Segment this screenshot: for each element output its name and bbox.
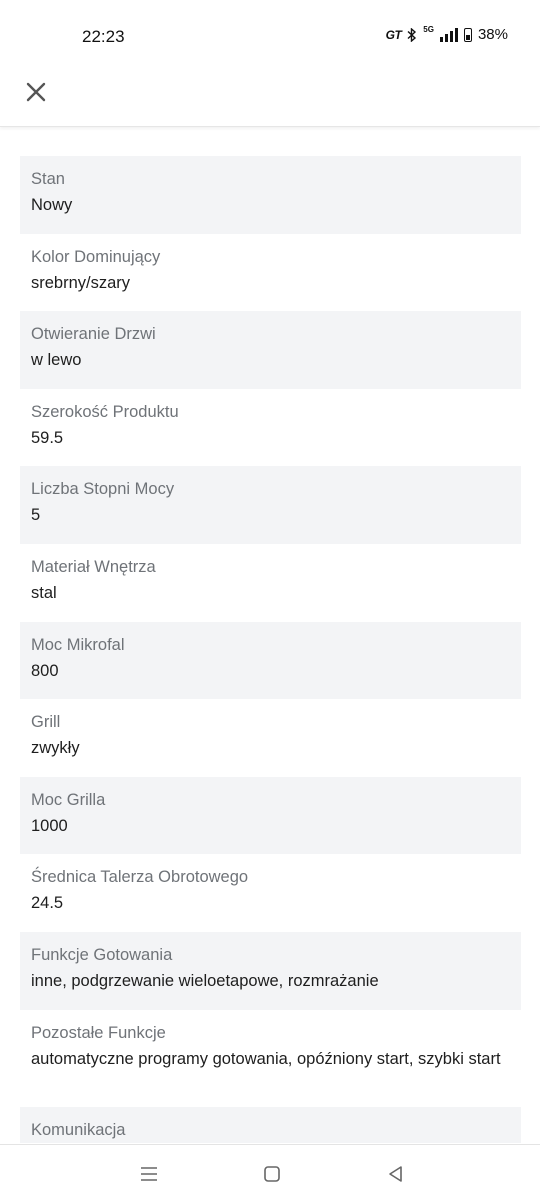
property-value: 800 bbox=[31, 661, 59, 680]
gt-icon: GT bbox=[385, 27, 402, 42]
property-row: Pozostałe Funkcje automatyczne programy … bbox=[20, 1009, 521, 1107]
battery-icon bbox=[463, 27, 472, 42]
property-value: inne, podgrzewanie wieloetapowe, rozmraż… bbox=[31, 971, 379, 990]
property-label: Funkcje Gotowania bbox=[31, 945, 173, 964]
property-value: stal bbox=[31, 583, 57, 602]
bluetooth-icon bbox=[407, 27, 417, 42]
property-row: Otwieranie Drzwi w lewo bbox=[20, 311, 521, 389]
property-label: Otwieranie Drzwi bbox=[31, 325, 156, 344]
property-row: Grill zwykły bbox=[20, 699, 521, 777]
property-label: Pozostałe Funkcje bbox=[31, 1023, 166, 1042]
property-row: Kolor Dominujący srebrny/szary bbox=[20, 233, 521, 312]
property-label: Liczba Stopni Mocy bbox=[31, 480, 175, 499]
square-icon[interactable] bbox=[261, 1163, 283, 1185]
property-label: Grill bbox=[31, 713, 61, 732]
property-value: 5 bbox=[31, 506, 41, 525]
battery-percent: 38% bbox=[477, 26, 508, 43]
property-value: w lewo bbox=[31, 351, 82, 370]
property-row: Stan Nowy bbox=[20, 156, 521, 234]
property-row: Szerokość Produktu 59.5 bbox=[20, 388, 521, 467]
property-row: Komunikacja bbox=[20, 1106, 521, 1143]
properties-scroll[interactable]: Stan Nowy Kolor Dominujący srebrny/szary… bbox=[0, 156, 540, 1143]
property-label: Średnica Talerza Obrotowego bbox=[31, 868, 249, 887]
signal-icon bbox=[439, 27, 458, 42]
status-time: 22:23 bbox=[82, 27, 125, 46]
property-row: Liczba Stopni Mocy 5 bbox=[20, 466, 521, 544]
property-value: zwykły bbox=[31, 739, 80, 758]
back-triangle-icon[interactable] bbox=[385, 1163, 407, 1185]
property-label: Szerokość Produktu bbox=[31, 402, 179, 421]
property-label: Stan bbox=[31, 170, 65, 188]
header bbox=[0, 70, 540, 127]
property-label: Kolor Dominujący bbox=[31, 247, 161, 266]
property-row: Moc Grilla 1000 bbox=[20, 776, 521, 855]
network-type-label: 5G bbox=[423, 25, 434, 34]
properties-list: Stan Nowy Kolor Dominujący srebrny/szary… bbox=[20, 156, 521, 1143]
property-value: automatyczne programy gotowania, opóźnio… bbox=[31, 1049, 501, 1068]
property-value: 1000 bbox=[31, 816, 68, 835]
system-navbar bbox=[0, 1144, 540, 1201]
property-row: Funkcje Gotowania inne, podgrzewanie wie… bbox=[20, 931, 521, 1010]
menu-icon[interactable] bbox=[138, 1163, 160, 1185]
status-bar: 22:23 GT 5G 38% bbox=[0, 0, 540, 70]
property-label: Moc Grilla bbox=[31, 790, 106, 809]
property-row: Średnica Talerza Obrotowego 24.5 bbox=[20, 854, 521, 932]
status-icons: GT 5G 38% bbox=[385, 25, 508, 43]
property-label: Materiał Wnętrza bbox=[31, 557, 156, 576]
property-label: Komunikacja bbox=[31, 1120, 126, 1139]
property-value: 59.5 bbox=[31, 428, 64, 447]
property-value: Nowy bbox=[31, 196, 73, 214]
close-icon[interactable] bbox=[20, 76, 52, 108]
property-value: srebrny/szary bbox=[31, 273, 131, 292]
property-label: Moc Mikrofal bbox=[31, 635, 125, 654]
property-value: 24.5 bbox=[31, 894, 64, 913]
property-row: Moc Mikrofal 800 bbox=[20, 621, 521, 700]
property-row: Materiał Wnętrza stal bbox=[20, 543, 521, 622]
